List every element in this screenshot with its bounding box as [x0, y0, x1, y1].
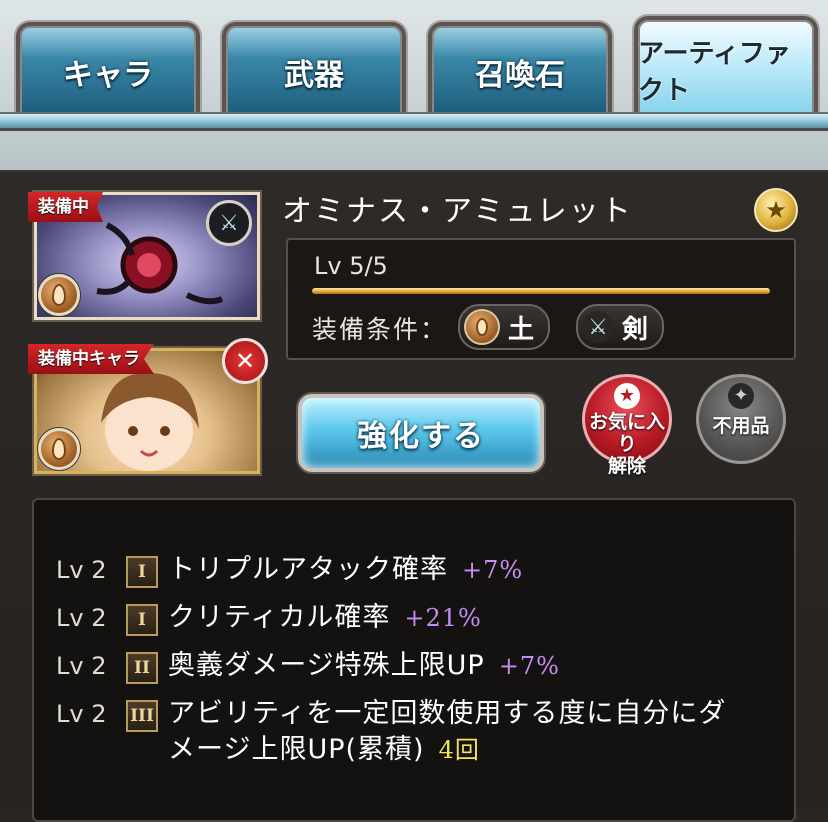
skill-value: 4回	[438, 736, 480, 764]
earth-element-icon	[38, 428, 80, 470]
skill-value: +21%	[404, 604, 482, 632]
skill-value: +7%	[498, 652, 560, 680]
skill-row: Lv 2 I クリティカル確率 +21%	[56, 600, 482, 636]
tab-label: アーティファクト	[638, 39, 791, 106]
artifact-info-box: Lv 5/5 装備条件： 土 ⚔ 剣	[286, 238, 796, 360]
tab-rail	[0, 112, 828, 131]
level-text: Lv 5/5	[314, 252, 388, 280]
skill-name: クリティカル確率	[168, 602, 391, 633]
tab-weapon[interactable]: 武器	[222, 22, 406, 118]
upgrade-button[interactable]: 強化する	[298, 394, 544, 472]
tab-label: 召喚石	[475, 58, 565, 93]
skill-level: Lv 2	[56, 652, 107, 680]
skill-tier-badge: I	[126, 556, 158, 588]
equip-condition-label: 装備条件：	[312, 315, 448, 344]
skill-name-line-1: アビリティを一定回数使用する度に自分にダ	[168, 698, 727, 729]
skill-name: トリプルアタック確率	[168, 554, 448, 585]
tab-bar: キャラ 武器 召喚石 アーティファクト	[0, 0, 828, 170]
sword-icon: ⚔	[582, 311, 614, 343]
artifact-name: オミナス・アミュレット	[282, 194, 633, 229]
condition-weapon-label: 剣	[622, 314, 649, 345]
skill-tier-badge: III	[126, 700, 158, 732]
tab-label: キャラ	[63, 58, 153, 93]
skill-level: Lv 2	[56, 700, 107, 728]
skills-panel: Lv 2 I トリプルアタック確率 +7% Lv 2 I クリティカル確率 +21%…	[32, 498, 796, 822]
star-icon: ★	[614, 383, 640, 409]
tab-character[interactable]: キャラ	[16, 22, 200, 118]
equipped-badge: 装備中	[28, 192, 103, 222]
earth-element-icon	[464, 309, 500, 345]
earth-element-icon	[38, 274, 80, 316]
skill-name-line-2: メージ上限UP(累積)	[168, 734, 425, 765]
sword-icon: ⚔	[206, 200, 252, 246]
unequip-close-icon[interactable]: ✕	[222, 338, 268, 384]
junk-label: 不用品	[712, 415, 770, 437]
tab-summon[interactable]: 召喚石	[428, 22, 612, 118]
condition-weapon-chip: ⚔ 剣	[576, 304, 665, 350]
skill-row: Lv 2 II 奥義ダメージ特殊上限UP +7%	[56, 648, 560, 684]
upgrade-button-label: 強化する	[357, 419, 485, 454]
skill-level: Lv 2	[56, 604, 107, 632]
favorite-remove-label-1: お気に入り	[588, 411, 665, 455]
junk-icon: ✦	[728, 383, 754, 409]
tab-artifact[interactable]: アーティファクト	[634, 16, 818, 120]
skill-level: Lv 2	[56, 556, 107, 584]
skill-row: Lv 2 III アビリティを一定回数使用する度に自分にダ メージ上限UP(累積…	[56, 696, 768, 768]
condition-element-label: 土	[508, 314, 535, 345]
condition-element-chip: 土	[458, 304, 551, 350]
skill-name: 奥義ダメージ特殊上限UP	[168, 650, 485, 681]
skill-value: +7%	[462, 556, 524, 584]
favorite-remove-label-2: 解除	[607, 455, 646, 477]
favorite-remove-button[interactable]: ★ お気に入り 解除	[582, 374, 672, 477]
tab-label: 武器	[284, 58, 344, 93]
artifact-detail: 装備中 ⚔ 装備中キャラ ✕ オミナス・アミュレット ★ Lv 5/5 装備条件…	[0, 170, 828, 822]
favorite-star-icon: ★	[754, 188, 798, 232]
mark-junk-button[interactable]: ✦ 不用品	[696, 374, 786, 464]
equipped-character-badge: 装備中キャラ	[28, 344, 154, 374]
skill-row: Lv 2 I トリプルアタック確率 +7%	[56, 552, 523, 588]
skill-tier-badge: I	[126, 604, 158, 636]
level-progress-bar	[312, 288, 770, 294]
skill-tier-badge: II	[126, 652, 158, 684]
